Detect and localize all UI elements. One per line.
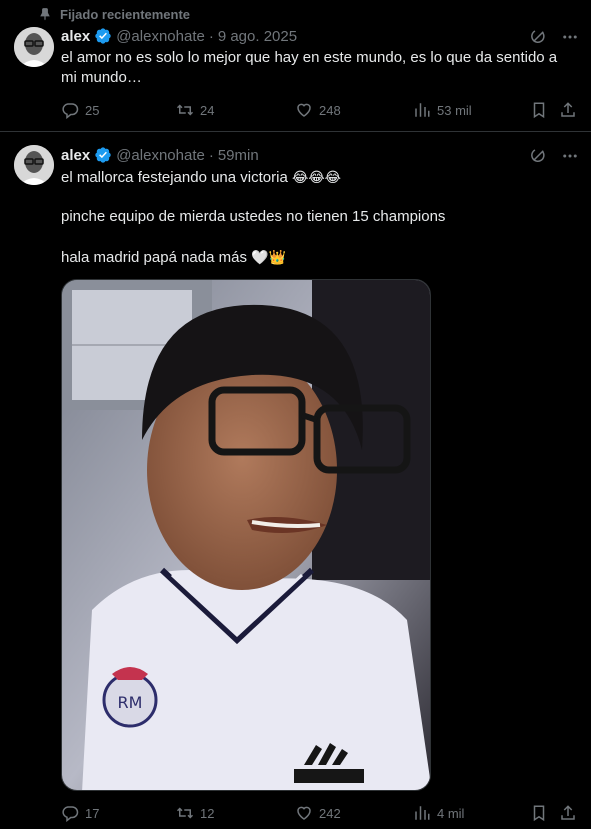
tweet-text-line-3: hala madrid papá nada más 🤍👑	[61, 247, 571, 268]
tweet-text: el mallorca festejando una victoria	[61, 169, 288, 186]
svg-text:RM: RM	[118, 693, 143, 712]
retweet-icon	[176, 104, 194, 116]
like-button[interactable]: 248	[295, 101, 341, 119]
reply-button[interactable]: 25	[61, 101, 99, 119]
views-button[interactable]: 4 mil	[413, 804, 464, 822]
tweet-actions: 17 12 242 4 mil	[61, 803, 579, 823]
share-button[interactable]	[559, 101, 577, 119]
pinned-text: Fijado recientemente	[60, 6, 191, 22]
tweet-text: el amor no es solo lo mejor que hay en e…	[61, 49, 558, 86]
retweet-count: 24	[200, 102, 215, 118]
author-name[interactable]: alex	[61, 28, 90, 45]
tweet-text: hala madrid papá nada más	[61, 249, 247, 266]
more-icon[interactable]	[561, 147, 579, 165]
like-count: 242	[319, 805, 341, 821]
share-icon	[561, 805, 575, 820]
bookmark-icon	[533, 805, 545, 822]
heart-crown-emoji: 🤍👑	[251, 249, 287, 265]
tweet-photo[interactable]: RM	[61, 279, 431, 791]
separator: ·	[208, 146, 214, 164]
like-icon	[297, 806, 311, 820]
views-count: 53 mil	[437, 102, 472, 118]
views-icon	[415, 806, 430, 820]
retweet-count: 12	[200, 805, 215, 821]
retweet-button[interactable]: 12	[176, 804, 214, 822]
retweet-icon	[176, 807, 194, 819]
laughing-emoji: 😂😂😂	[291, 169, 342, 185]
views-button[interactable]: 53 mil	[413, 101, 472, 119]
tweet-pinned[interactable]: alex @alexnohate · 9 ago. 2025 el amor n…	[0, 24, 591, 132]
tweet-text-line-1: el mallorca festejando una victoria 😂😂😂	[61, 167, 571, 188]
author-name[interactable]: alex	[61, 147, 90, 164]
top-actions	[529, 147, 579, 165]
author-handle[interactable]: @alexnohate	[116, 28, 205, 45]
tweet-header: alex @alexnohate · 59min	[61, 145, 259, 165]
bookmark-icon	[533, 102, 545, 119]
author-handle[interactable]: @alexnohate	[116, 147, 205, 164]
pin-icon	[40, 8, 50, 21]
avatar[interactable]	[14, 145, 54, 185]
like-count: 248	[319, 102, 341, 118]
grok-icon[interactable]	[529, 147, 547, 165]
reply-icon	[62, 103, 79, 119]
share-icon	[561, 102, 575, 117]
verified-badge-icon	[95, 28, 111, 44]
share-button[interactable]	[559, 804, 577, 822]
verified-badge-icon	[95, 147, 111, 163]
like-icon	[297, 103, 311, 117]
separator: ·	[208, 27, 214, 45]
more-icon[interactable]	[561, 28, 579, 46]
reply-icon	[62, 806, 79, 822]
views-icon	[415, 103, 430, 117]
tweet[interactable]: alex @alexnohate · 59min el mallorca fes…	[0, 133, 591, 829]
timestamp[interactable]: 59min	[218, 147, 259, 164]
views-count: 4 mil	[437, 805, 465, 821]
bookmark-button[interactable]	[530, 804, 548, 822]
grok-icon[interactable]	[529, 28, 547, 46]
tweet-text-line-2: pinche equipo de mierda ustedes no tiene…	[61, 208, 446, 225]
retweet-button[interactable]: 24	[176, 101, 214, 119]
reply-count: 25	[85, 102, 100, 118]
bookmark-button[interactable]	[530, 101, 548, 119]
like-button[interactable]: 242	[295, 804, 341, 822]
pinned-label: Fijado recientemente	[38, 4, 190, 24]
avatar[interactable]	[14, 27, 54, 67]
top-actions	[529, 28, 579, 46]
reply-count: 17	[85, 805, 100, 821]
tweet-header: alex @alexnohate · 9 ago. 2025	[61, 26, 297, 46]
tweet-actions: 25 24 248 53 mil	[61, 100, 579, 120]
timestamp[interactable]: 9 ago. 2025	[218, 28, 297, 45]
reply-button[interactable]: 17	[61, 804, 99, 822]
